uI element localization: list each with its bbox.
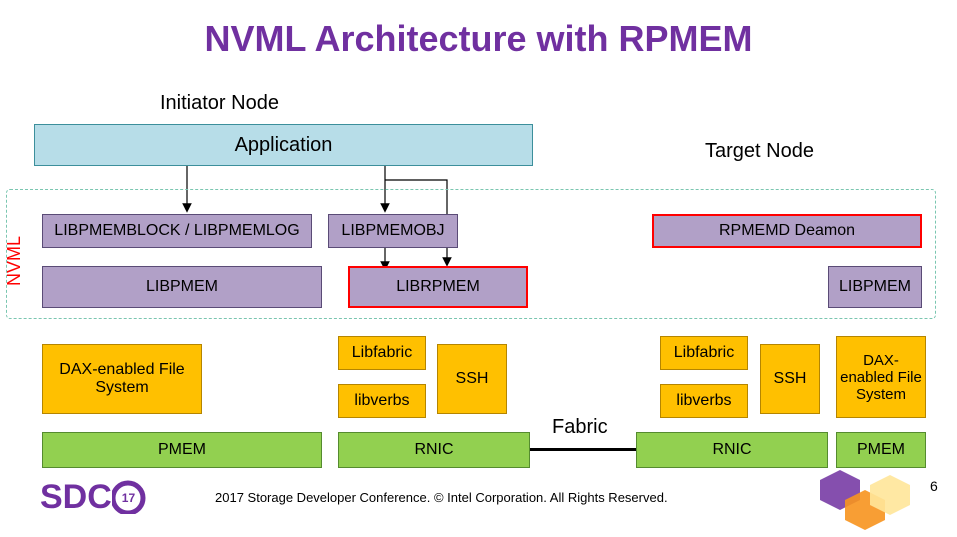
box-librpmem: LIBRPMEM <box>348 266 528 308</box>
box-rnic-right: RNIC <box>636 432 828 468</box>
box-application: Application <box>34 124 533 166</box>
logo-badge: 17 <box>112 478 148 514</box>
nvml-label: NVML <box>4 236 25 286</box>
sdc-logo: SDC17 <box>40 478 148 517</box>
hex-decoration <box>790 470 940 537</box>
box-dax-left: DAX-enabled File System <box>42 344 202 414</box>
box-rpmemd: RPMEMD Deamon <box>652 214 922 248</box>
slide-title: NVML Architecture with RPMEM <box>0 18 957 60</box>
box-libverbs-right: libverbs <box>660 384 748 418</box>
section-target: Target Node <box>705 140 814 163</box>
box-ssh-right: SSH <box>760 344 820 414</box>
box-ssh-left: SSH <box>437 344 507 414</box>
fabric-line <box>530 448 636 451</box>
box-libpmem-right: LIBPMEM <box>828 266 922 308</box>
fabric-label: Fabric <box>552 416 608 439</box>
box-dax-right: DAX-enabled File System <box>836 336 926 418</box>
box-libpmem-left: LIBPMEM <box>42 266 322 308</box>
footer-text: 2017 Storage Developer Conference. © Int… <box>215 490 668 505</box>
box-rnic-left: RNIC <box>338 432 530 468</box>
box-libverbs-left: libverbs <box>338 384 426 418</box>
slide: NVML Architecture with RPMEM Initiator N… <box>0 0 957 537</box>
box-libpmemblock: LIBPMEMBLOCK / LIBPMEMLOG <box>42 214 312 248</box>
section-initiator: Initiator Node <box>160 92 279 115</box>
box-pmem-left: PMEM <box>42 432 322 468</box>
box-libpmemobj: LIBPMEMOBJ <box>328 214 458 248</box>
box-pmem-right: PMEM <box>836 432 926 468</box>
box-libfabric-right: Libfabric <box>660 336 748 370</box>
box-libfabric-left: Libfabric <box>338 336 426 370</box>
logo-text: SDC <box>40 478 112 516</box>
